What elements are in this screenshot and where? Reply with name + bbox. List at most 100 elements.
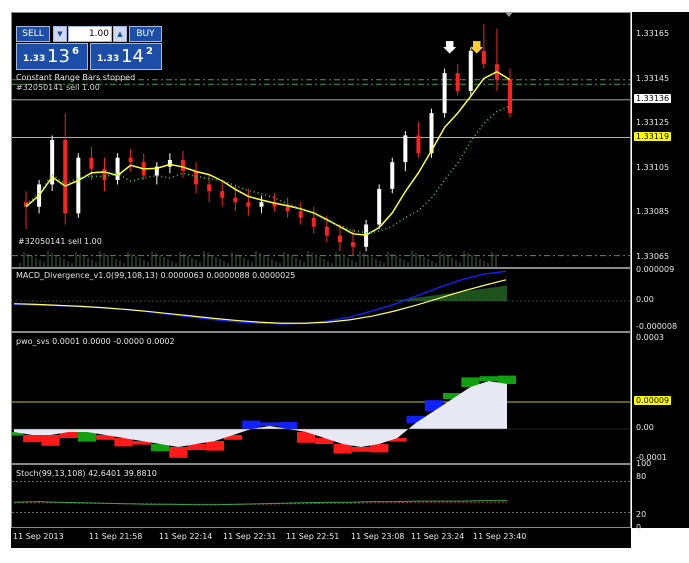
pwo-fringe-bar	[260, 422, 279, 426]
time-tick-label: 11 Sep 22:31	[223, 532, 277, 541]
pwo-fringe-bar	[150, 444, 170, 452]
chevron-up-icon: ▲	[117, 30, 123, 38]
candle-body	[220, 191, 225, 198]
price-axis[interactable]: 1.33165 1.33145 1.33125 1.33105 1.33085 1.330…	[632, 12, 689, 268]
price-price-tag: 1.33136	[634, 93, 672, 103]
candle-body	[311, 217, 316, 227]
candle-body	[337, 235, 342, 243]
pwo-fringe-bar	[370, 444, 389, 453]
macd-tick-label: 0.00	[636, 295, 654, 304]
stoch-main-line	[13, 500, 507, 506]
macd-tick-label: 0.000009	[636, 264, 675, 274]
price-price-tag: 1.33119	[634, 131, 672, 141]
candle-body	[180, 159, 185, 172]
candle-body	[167, 159, 172, 167]
candle-body	[102, 168, 107, 180]
pwo-title: pwo_svs 0.0001 0.0000 -0.0000 0.0002	[16, 337, 175, 346]
pwo-price-tag: 0.00009	[634, 396, 672, 405]
price-tick-label: 1.33165	[636, 29, 670, 39]
pwo-pane[interactable]: pwo_svs 0.0001 0.0000 -0.0000 0.0002	[11, 332, 631, 464]
candle-body	[442, 73, 447, 114]
stoch-axis: 100 80 20 0	[632, 459, 689, 532]
candle-body	[89, 157, 94, 169]
pwo-fringe-bar	[333, 444, 352, 454]
candle-body	[298, 211, 303, 218]
macd-signal-line	[13, 279, 507, 324]
price-pane[interactable]: Constant Range Bars stopped #32050141 se…	[11, 12, 631, 268]
candle-body	[233, 197, 238, 203]
sell-price-box[interactable]: 1.33 13 6	[16, 43, 88, 70]
pwo-tick-label: 0.00	[636, 423, 654, 432]
status-text: Constant Range Bars stopped	[16, 73, 136, 82]
time-tick-label: 11 Sep 2013	[13, 532, 64, 541]
time-tick-label: 11 Sep 23:08	[351, 532, 405, 541]
candle-body	[481, 50, 486, 65]
candle-body	[508, 79, 512, 114]
candle-body	[194, 171, 199, 185]
candle-body	[390, 162, 395, 189]
time-tick-label: 11 Sep 22:51	[286, 532, 340, 541]
pwo-fringe-bar	[169, 447, 188, 458]
macd-pane[interactable]: MACD_Divergence_v1.0(99,108,13) 0.000006…	[11, 268, 631, 332]
stoch-tick-label: 20	[636, 510, 647, 520]
time-tick-label: 11 Sep 23:40	[473, 532, 527, 541]
pwo-fringe-bar	[479, 376, 498, 381]
sell-price-big: 13	[47, 46, 70, 67]
lot-down-button[interactable]: ▼	[53, 26, 67, 42]
price-tick-label: 1.33105	[636, 162, 670, 172]
candle-body	[324, 226, 329, 236]
pwo-fringe-bar	[351, 447, 371, 452]
lot-up-button[interactable]: ▲	[113, 26, 127, 42]
candle-body	[377, 188, 382, 225]
time-tick-label: 11 Sep 22:14	[159, 532, 213, 541]
pwo-fringe-bar	[41, 435, 60, 446]
macd-title: MACD_Divergence_v1.0(99,108,13) 0.000006…	[16, 271, 296, 280]
time-tick-label: 11 Sep 21:58	[89, 532, 143, 541]
candle-body	[128, 157, 133, 163]
dotted-channel-line	[25, 105, 511, 234]
buy-button[interactable]: BUY	[129, 26, 162, 42]
price-tick-label: 1.33065	[636, 251, 670, 261]
pwo-fringe-bar	[23, 435, 42, 443]
pwo-fringe-bar	[205, 441, 224, 451]
price-tick-label: 1.33145	[636, 73, 670, 83]
buy-price-prefix: 1.33	[97, 54, 120, 64]
signal-arrow-icon	[442, 40, 458, 55]
stoch-tick-label: 80	[636, 471, 647, 481]
candle-body	[207, 184, 212, 192]
candle-body	[115, 157, 120, 180]
pwo-tick-label: 0.0003	[636, 333, 664, 342]
buy-price-box[interactable]: 1.33 14 2	[90, 43, 162, 70]
pwo-axis: 0.0003 0.00 -0.0001 0.00009	[632, 332, 689, 464]
time-axis[interactable]: 11 Sep 2013 11 Sep 21:58 11 Sep 22:14 11 Se…	[11, 528, 631, 548]
macd-axis: 0.000009 0.00 -0.000008	[632, 264, 689, 332]
candle-body	[351, 242, 356, 247]
candle-body	[246, 202, 251, 207]
stoch-pane[interactable]: Stoch(99,13,108) 42.6401 39.8810	[11, 464, 631, 528]
pwo-fringe-bar	[278, 421, 298, 429]
pwo-fringe-bar	[497, 375, 517, 384]
candle-body	[455, 73, 460, 91]
pwo-fringe-bar	[114, 438, 133, 447]
chart-window: Constant Range Bars stopped #32050141 se…	[0, 0, 689, 563]
pwo-chart	[12, 375, 630, 458]
order-label-top: #32050141 sell 1.00	[16, 83, 100, 92]
buy-price-sup: 2	[146, 46, 153, 57]
sell-price-sup: 6	[72, 46, 79, 57]
macd-tick-label: -0.000008	[636, 321, 678, 331]
candle-body	[403, 135, 408, 163]
candle-body	[259, 202, 264, 207]
candle-body	[285, 206, 290, 212]
one-click-trading-panel: SELL ▼ 1.00 ▲ BUY 1.33 13 6 1.33 14 2	[16, 26, 162, 70]
candle-body	[416, 135, 421, 154]
order-label: #32050141 sell 1.00	[18, 237, 102, 246]
sell-price-prefix: 1.33	[23, 54, 46, 64]
chart-shift-marker-icon[interactable]	[505, 12, 513, 17]
sell-button[interactable]: SELL	[16, 26, 50, 42]
stoch-title: Stoch(99,13,108) 42.6401 39.8810	[16, 469, 157, 478]
lot-size-input[interactable]: 1.00	[68, 26, 112, 42]
moving-average-line	[25, 70, 511, 236]
price-tick-label: 1.33085	[636, 207, 670, 217]
stoch-tick-label: 0	[636, 523, 642, 532]
buy-price-big: 14	[121, 46, 144, 67]
